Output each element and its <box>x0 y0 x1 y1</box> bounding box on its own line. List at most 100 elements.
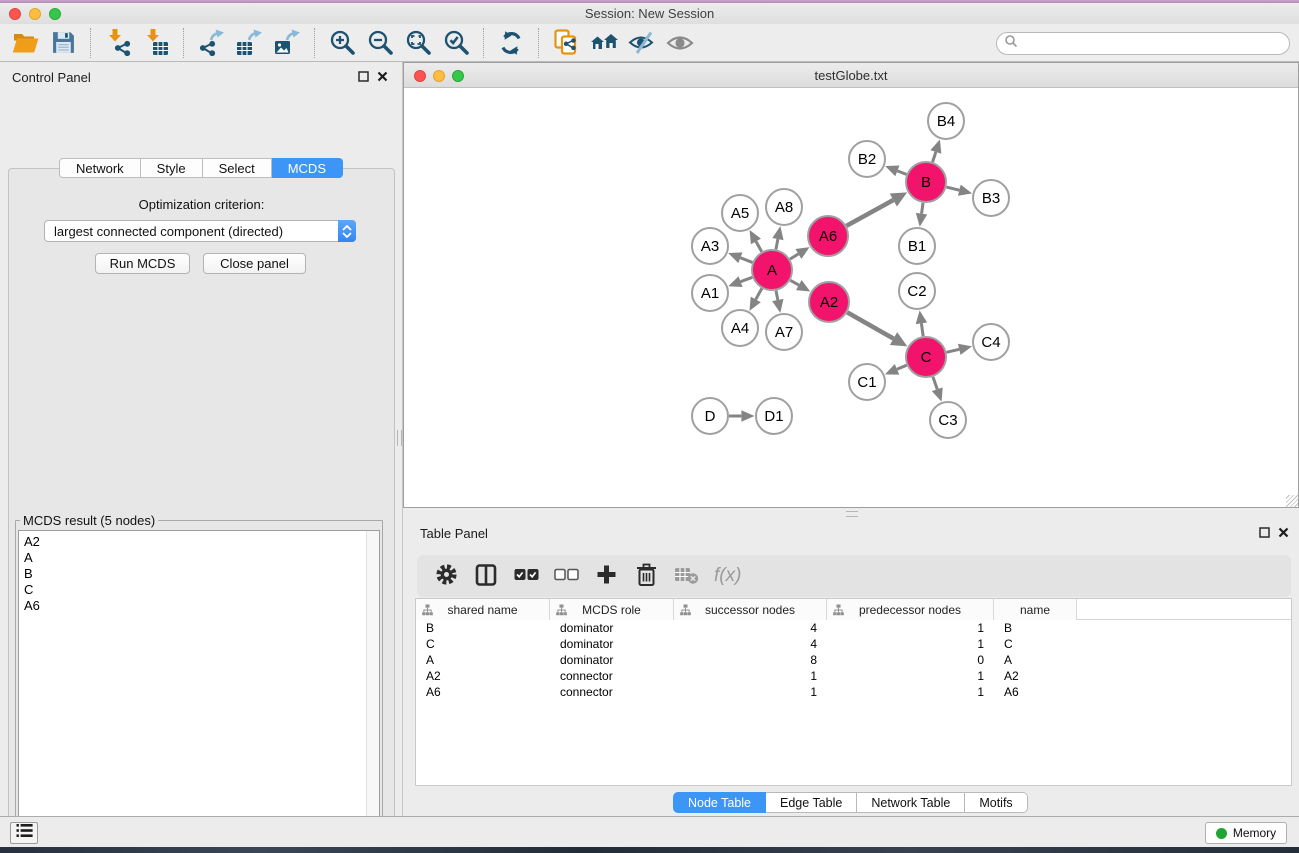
tab-mcds[interactable]: MCDS <box>272 158 343 178</box>
table-cell[interactable]: A2 <box>994 669 1077 683</box>
mcds-result-scrollbar[interactable] <box>366 531 379 853</box>
mcds-result-item[interactable]: C <box>24 582 379 598</box>
import-network-button[interactable] <box>99 26 137 60</box>
table-row[interactable]: Adominator80A <box>416 652 1291 668</box>
graph-node-B[interactable]: B <box>906 162 946 202</box>
table-cell[interactable]: A2 <box>416 669 550 683</box>
table-cell[interactable]: dominator <box>550 637 674 651</box>
table-cell[interactable]: connector <box>550 669 674 683</box>
run-mcds-button[interactable]: Run MCDS <box>95 253 190 274</box>
table-cell[interactable]: A <box>994 653 1077 667</box>
table-cell[interactable]: A6 <box>416 685 550 699</box>
graph-node-C1[interactable]: C1 <box>849 364 885 400</box>
tab-select[interactable]: Select <box>203 158 272 178</box>
zoom-selected-button[interactable] <box>437 26 475 60</box>
graph-node-C4[interactable]: C4 <box>973 324 1009 360</box>
table-cell[interactable]: C <box>994 637 1077 651</box>
table-cell[interactable]: 1 <box>827 669 994 683</box>
table-cell[interactable]: dominator <box>550 621 674 635</box>
float-panel-icon[interactable] <box>357 70 370 83</box>
tab-edge-table[interactable]: Edge Table <box>766 792 857 813</box>
column-header-name[interactable]: name <box>994 599 1077 620</box>
add-column-button[interactable] <box>589 559 623 593</box>
table-row[interactable]: A6connector11A6 <box>416 684 1291 700</box>
mcds-result-item[interactable]: A2 <box>24 534 379 550</box>
close-panel-icon[interactable] <box>376 70 389 83</box>
float-table-panel-icon[interactable] <box>1258 526 1271 539</box>
zoom-fit-button[interactable] <box>399 26 437 60</box>
deselect-all-checks-button[interactable] <box>549 559 583 593</box>
column-header-shared-name[interactable]: shared name <box>416 599 550 620</box>
table-cell[interactable]: B <box>416 621 550 635</box>
hide-selected-button[interactable] <box>623 26 661 60</box>
save-session-button[interactable] <box>44 26 82 60</box>
graph-node-A6[interactable]: A6 <box>808 216 848 256</box>
zoom-out-button[interactable] <box>361 26 399 60</box>
settings-button[interactable] <box>429 559 463 593</box>
export-image-button[interactable] <box>268 26 306 60</box>
search-field[interactable] <box>996 32 1290 55</box>
table-cell[interactable]: 1 <box>827 685 994 699</box>
graph-node-B4[interactable]: B4 <box>928 103 964 139</box>
vertical-splitter-grip[interactable] <box>397 430 402 446</box>
search-input[interactable] <box>1018 35 1289 53</box>
tab-network-table[interactable]: Network Table <box>857 792 965 813</box>
graph-node-A1[interactable]: A1 <box>692 275 728 311</box>
graph-node-D[interactable]: D <box>692 398 728 434</box>
criterion-dropdown[interactable]: largest connected component (directed) <box>44 220 356 242</box>
graph-node-A2[interactable]: A2 <box>809 282 849 322</box>
table-cell[interactable]: 1 <box>827 621 994 635</box>
tab-node-table[interactable]: Node Table <box>673 792 766 813</box>
table-cell[interactable]: A6 <box>994 685 1077 699</box>
import-table-button[interactable] <box>137 26 175 60</box>
table-cell[interactable]: C <box>416 637 550 651</box>
task-history-button[interactable] <box>10 822 38 844</box>
graph-node-A8[interactable]: A8 <box>766 189 802 225</box>
select-all-checks-button[interactable] <box>509 559 543 593</box>
table-row[interactable]: A2connector11A2 <box>416 668 1291 684</box>
graph-node-B2[interactable]: B2 <box>849 141 885 177</box>
graph-node-A5[interactable]: A5 <box>722 195 758 231</box>
tab-network[interactable]: Network <box>59 158 141 178</box>
refresh-button[interactable] <box>492 26 530 60</box>
table-cell[interactable]: 1 <box>674 685 827 699</box>
column-header-predecessor-nodes[interactable]: predecessor nodes <box>827 599 994 620</box>
show-all-button[interactable] <box>661 26 699 60</box>
tab-style[interactable]: Style <box>141 158 203 178</box>
graph-node-B3[interactable]: B3 <box>973 180 1009 216</box>
graph-node-C2[interactable]: C2 <box>899 273 935 309</box>
mcds-result-item[interactable]: A <box>24 550 379 566</box>
graph-node-A[interactable]: A <box>752 250 792 290</box>
duplicate-network-button[interactable] <box>547 26 585 60</box>
horizontal-splitter-grip[interactable] <box>846 511 858 517</box>
table-cell[interactable]: 1 <box>827 637 994 651</box>
first-neighbors-button[interactable] <box>585 26 623 60</box>
column-view-button[interactable] <box>469 559 503 593</box>
table-cell[interactable]: 1 <box>674 669 827 683</box>
graph-node-A3[interactable]: A3 <box>692 228 728 264</box>
column-header-mcds-role[interactable]: MCDS role <box>550 599 674 620</box>
table-cell[interactable]: 4 <box>674 637 827 651</box>
table-row[interactable]: Bdominator41B <box>416 620 1291 636</box>
tab-motifs[interactable]: Motifs <box>965 792 1027 813</box>
export-table-button[interactable] <box>230 26 268 60</box>
mcds-result-item[interactable]: A6 <box>24 598 379 614</box>
zoom-in-button[interactable] <box>323 26 361 60</box>
table-cell[interactable]: 4 <box>674 621 827 635</box>
memory-button[interactable]: Memory <box>1205 822 1287 844</box>
table-cell[interactable]: dominator <box>550 653 674 667</box>
open-file-button[interactable] <box>6 26 44 60</box>
close-panel-button[interactable]: Close panel <box>203 253 306 274</box>
graph-node-C[interactable]: C <box>906 337 946 377</box>
mcds-result-item[interactable]: B <box>24 566 379 582</box>
network-window-titlebar[interactable]: testGlobe.txt <box>404 63 1298 88</box>
horizontal-splitter[interactable] <box>403 508 1299 520</box>
window-resize-grip[interactable] <box>1286 495 1298 507</box>
table-cell[interactable]: 8 <box>674 653 827 667</box>
column-header-successor-nodes[interactable]: successor nodes <box>674 599 827 620</box>
graph-node-C3[interactable]: C3 <box>930 402 966 438</box>
delete-column-button[interactable] <box>629 559 663 593</box>
graph-node-A4[interactable]: A4 <box>722 310 758 346</box>
table-cell[interactable]: B <box>994 621 1077 635</box>
graph-node-D1[interactable]: D1 <box>756 398 792 434</box>
